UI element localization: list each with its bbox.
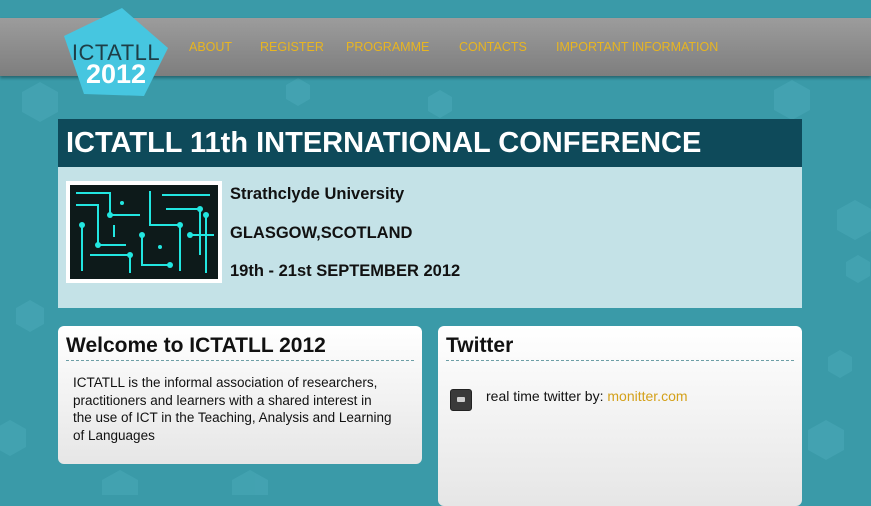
conference-title: ICTATLL 11th INTERNATIONAL CONFERENCE [58, 119, 802, 167]
nav-programme[interactable]: PROGRAMME [346, 40, 429, 54]
venue-text: Strathclyde University [230, 185, 405, 203]
circuit-board-graphic [70, 185, 218, 279]
circuit-board-image [66, 181, 222, 283]
nav-important-information[interactable]: IMPORTANT INFORMATION [556, 40, 718, 54]
ictatll-logo[interactable]: ICTATLL 2012 [60, 6, 172, 98]
twitter-title: Twitter [446, 334, 514, 357]
location-text: GLASGOW,SCOTLAND [230, 224, 413, 242]
welcome-body: ICTATLL is the informal association of r… [73, 375, 392, 443]
welcome-divider [66, 360, 414, 361]
twitter-divider [446, 360, 794, 361]
welcome-title: Welcome to ICTATLL 2012 [66, 334, 326, 357]
nav-register[interactable]: REGISTER [260, 40, 324, 54]
welcome-panel: Welcome to ICTATLL 2012 ICTATLL is the i… [58, 326, 422, 464]
monitter-icon[interactable] [450, 389, 472, 411]
twitter-panel: Twitter real time twitter by: monitter.c… [438, 326, 802, 506]
dates-text: 19th - 21st SEPTEMBER 2012 [230, 262, 461, 280]
twitter-credit-label: real time twitter by: [486, 388, 608, 404]
nav-about[interactable]: ABOUT [189, 40, 232, 54]
twitter-credit: real time twitter by: monitter.com [486, 388, 688, 404]
monitter-link[interactable]: monitter.com [607, 388, 687, 404]
nav-contacts[interactable]: CONTACTS [459, 40, 527, 54]
logo-line2: 2012 [85, 59, 147, 89]
conference-info-panel: Strathclyde University GLASGOW,SCOTLAND … [58, 167, 802, 308]
